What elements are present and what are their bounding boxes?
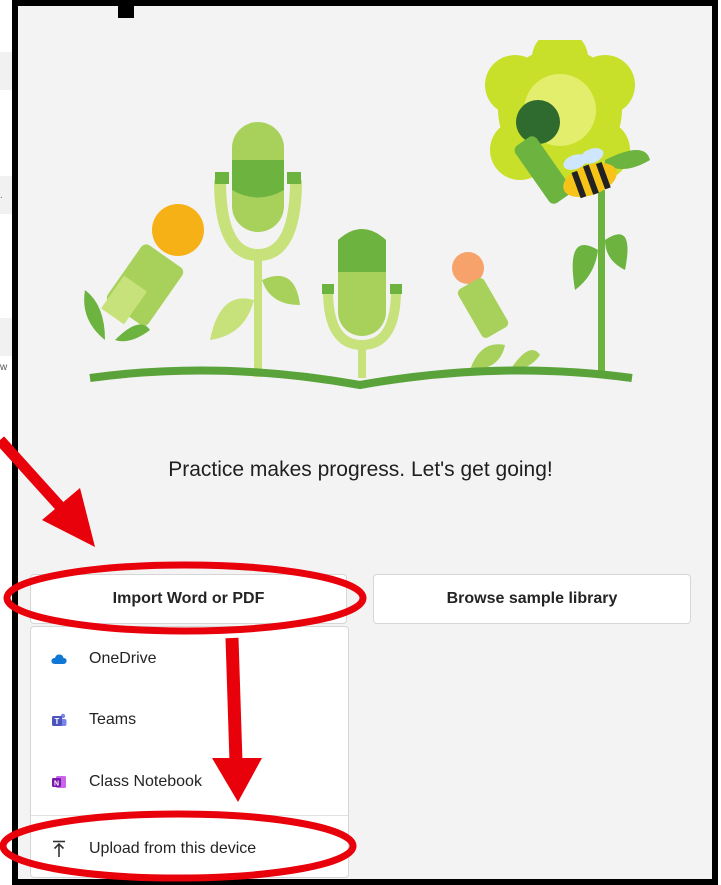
browse-sample-library-button[interactable]: Browse sample library [373,574,691,624]
onedrive-icon [51,651,67,667]
menu-item-upload-from-device[interactable]: Upload from this device [31,827,348,871]
flower-stem [598,190,605,375]
background-text-fragment: w [0,362,8,373]
tagline: Practice makes progress. Let's get going… [168,458,553,481]
menu-item-class-notebook[interactable]: N Class Notebook [31,760,348,804]
menu-item-onedrive[interactable]: OneDrive [31,637,348,681]
menu-item-label: Teams [89,711,137,728]
menu-item-label: Class Notebook [89,773,202,790]
svg-text:T: T [55,717,60,726]
microphones-garden-illustration [84,40,650,390]
microphone-icon [322,229,402,378]
menu-item-label: OneDrive [89,650,157,667]
onenote-icon: N [51,774,67,790]
menu-item-label: Upload from this device [89,840,257,857]
background-text-fragment: . [0,190,3,201]
import-word-or-pdf-button[interactable]: Import Word or PDF [30,574,347,624]
upload-arrow-icon [51,840,67,857]
svg-text:N: N [54,781,59,788]
microphone-icon [101,204,204,326]
frame-notch [118,0,134,18]
microphone-icon [452,252,509,338]
menu-item-teams[interactable]: T Teams [31,698,348,742]
teams-icon: T [51,712,67,728]
microphone-icon [214,122,302,377]
menu-divider [31,815,348,816]
import-source-menu: OneDrive T Teams N Class Notebook Upload… [30,626,349,878]
